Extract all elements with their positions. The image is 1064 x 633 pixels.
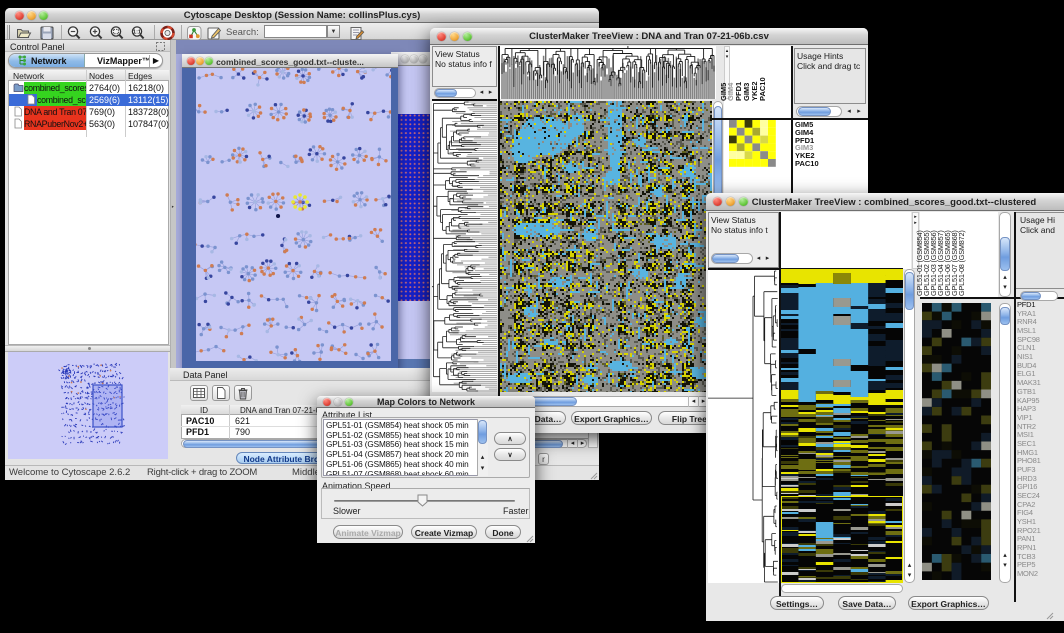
svg-text:1:1: 1:1	[133, 30, 141, 36]
